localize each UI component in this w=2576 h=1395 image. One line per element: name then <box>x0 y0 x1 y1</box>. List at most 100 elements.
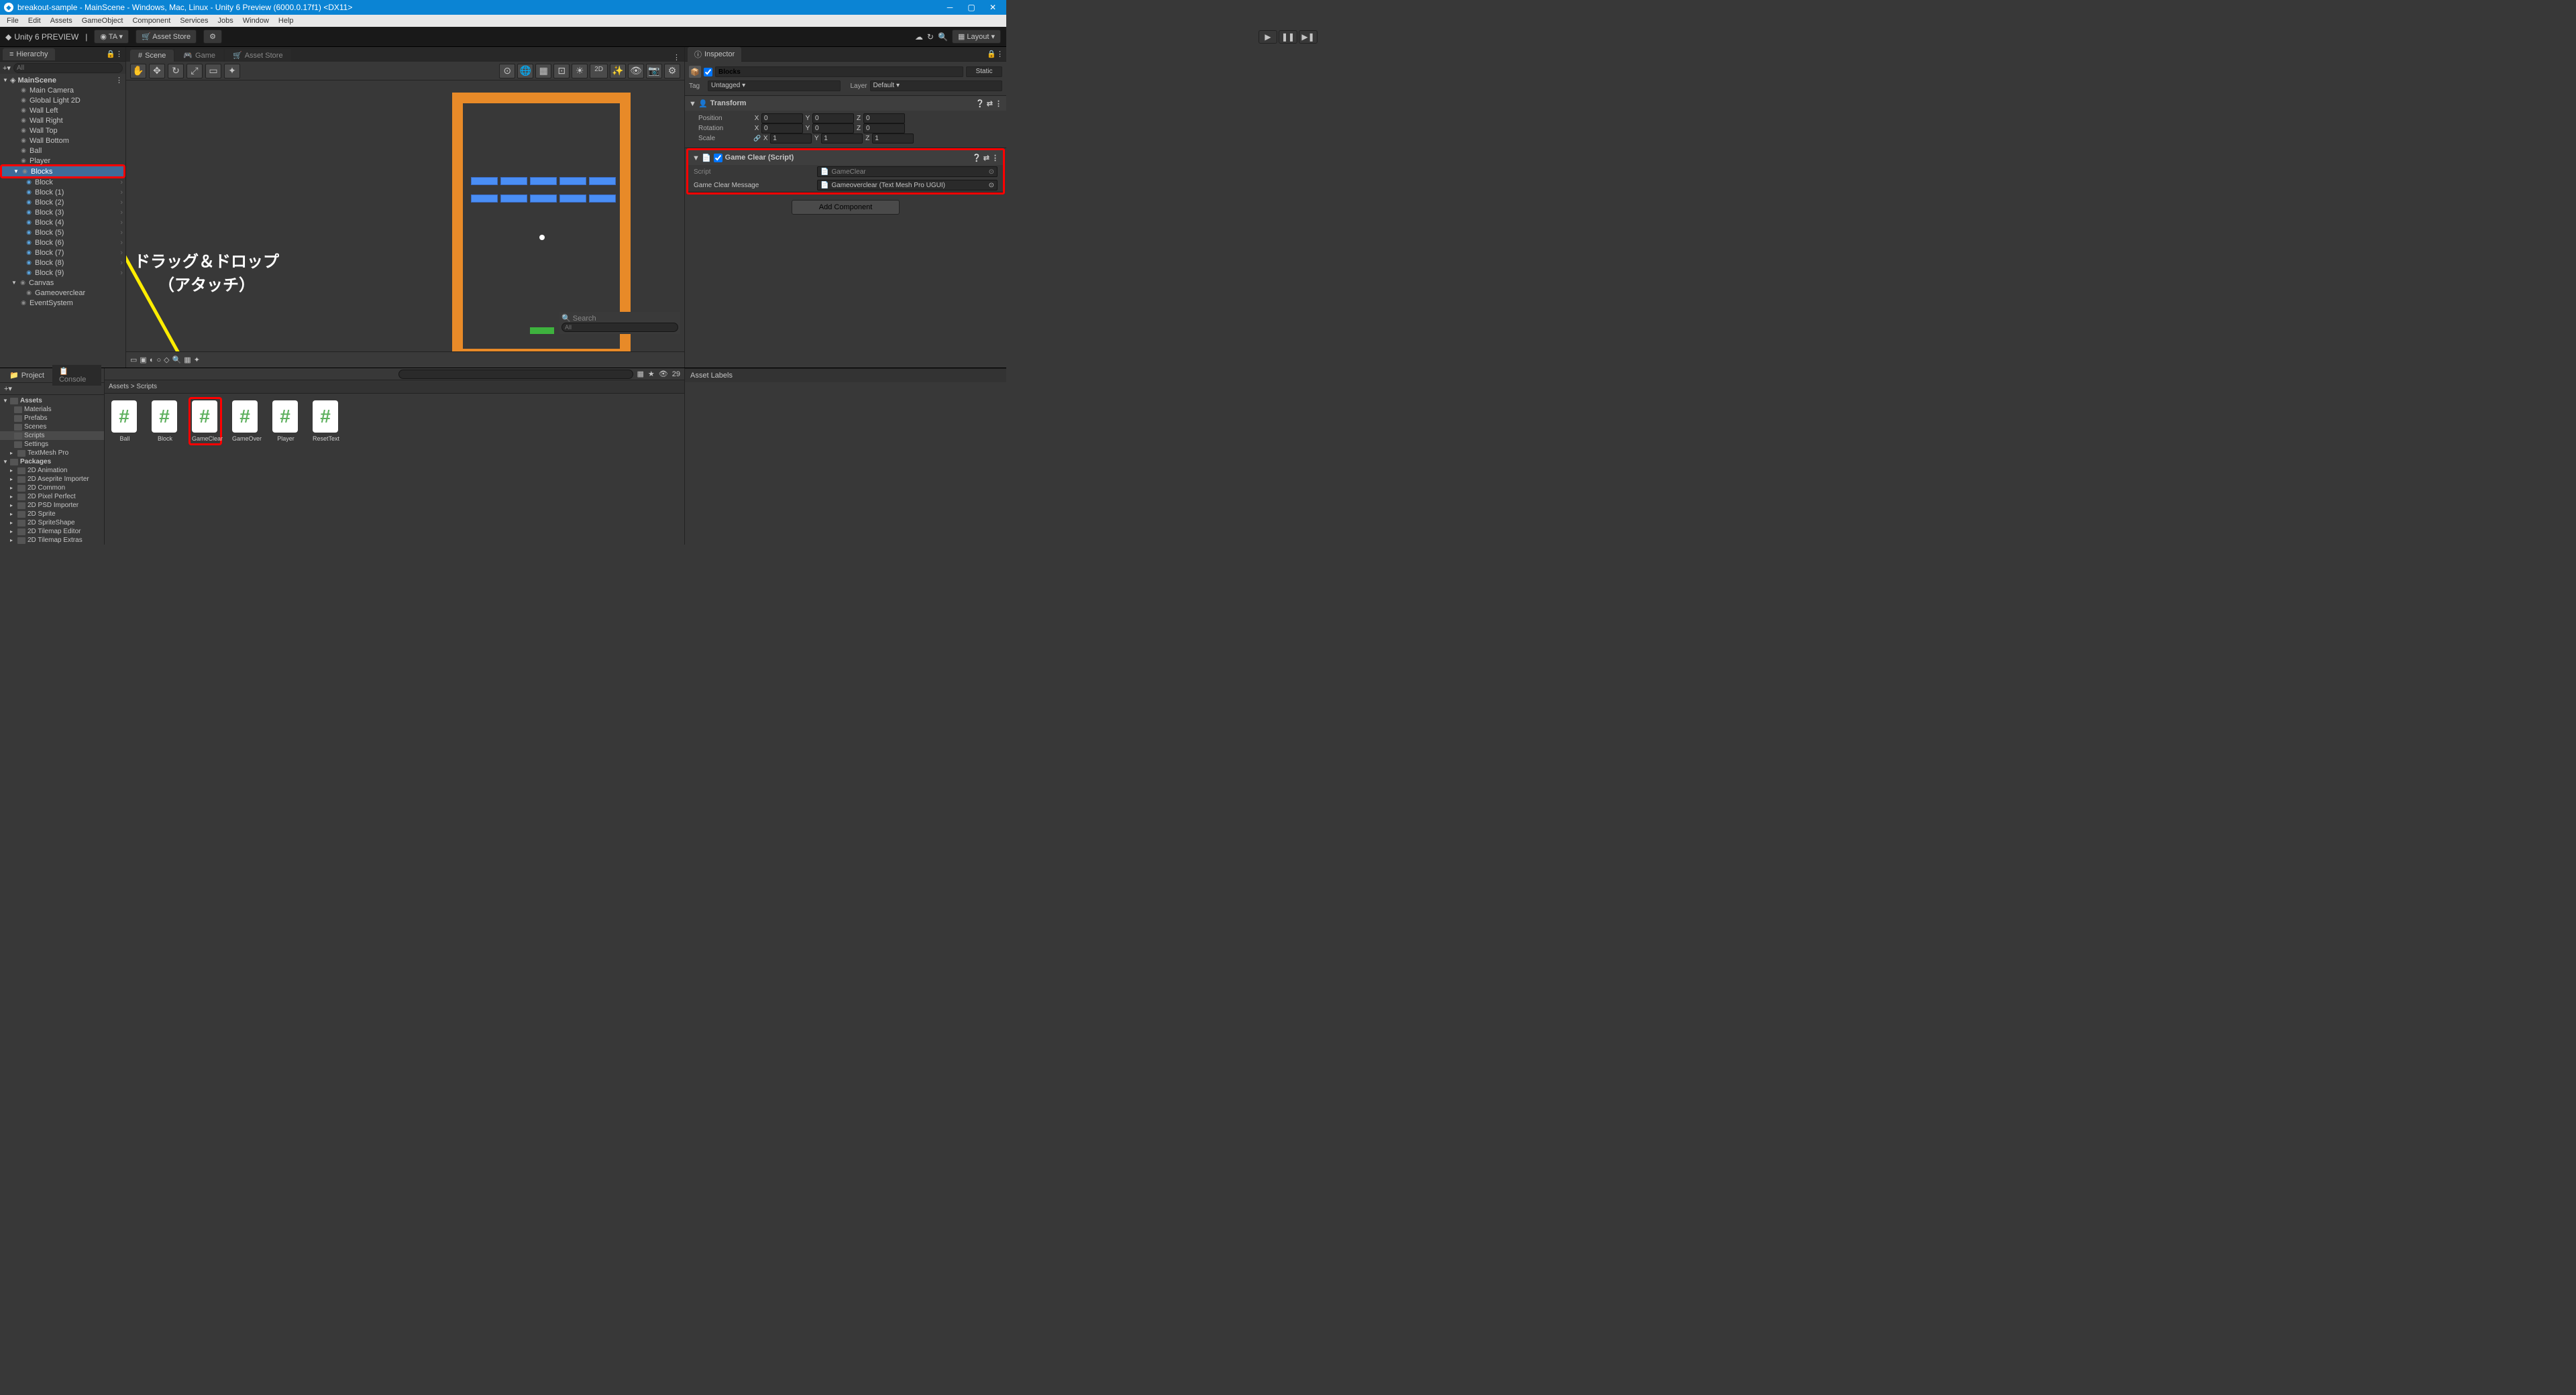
undo-history-icon[interactable]: ↻ <box>927 32 934 42</box>
tab-asset-store[interactable]: 🛒 Asset Store <box>225 49 291 62</box>
asset-gameclear[interactable]: #GameClear <box>192 400 219 442</box>
close-button[interactable]: ✕ <box>983 3 1002 12</box>
inspector-lock-icon[interactable]: 🔒 <box>987 50 996 58</box>
tool-c[interactable]: ◐ <box>150 356 154 364</box>
pivot-button[interactable]: ⊙ <box>499 64 515 78</box>
tab-scene[interactable]: # Scene <box>130 50 174 62</box>
rot-x[interactable] <box>761 123 803 133</box>
hierarchy-item-blocks[interactable]: ▼◉Blocks <box>2 166 123 176</box>
tool-h[interactable]: ✦ <box>194 355 200 364</box>
hand-tool-button[interactable]: ✋ <box>130 64 146 78</box>
tab-game[interactable]: 🎮 Game <box>175 49 223 62</box>
hierarchy-tab[interactable]: ≡ Hierarchy <box>3 48 55 60</box>
folder-item[interactable]: ▸2D Common <box>0 484 104 492</box>
gameclear-msg-reference[interactable]: 📄 Gameoverclear (Text Mesh Pro UGUI)⊙ <box>817 180 998 190</box>
menu-assets[interactable]: Assets <box>46 17 76 25</box>
snap-button[interactable]: ⊡ <box>553 64 570 78</box>
minimize-button[interactable]: ─ <box>941 3 959 12</box>
asset-gameover[interactable]: #GameOver <box>232 400 259 442</box>
move-tool-button[interactable]: ✥ <box>149 64 165 78</box>
static-dropdown[interactable]: Static <box>966 66 1002 77</box>
folder-item[interactable]: Settings <box>0 440 104 449</box>
folder-item[interactable]: ▸2D Tilemap Editor <box>0 527 104 536</box>
menu-component[interactable]: Component <box>128 17 174 25</box>
hierarchy-item[interactable]: ◉Block (9)› <box>0 268 125 278</box>
account-dropdown[interactable]: ◉ TA ▾ <box>94 30 129 44</box>
hierarchy-item[interactable]: ◉Block (4)› <box>0 217 125 227</box>
effects-button[interactable]: ✨ <box>610 64 626 78</box>
rot-y[interactable] <box>812 123 854 133</box>
folder-item[interactable]: ▸2D SpriteShape <box>0 518 104 527</box>
folder-packages[interactable]: ▼Packages <box>0 457 104 466</box>
step-button[interactable]: ▶❚ <box>1299 30 1318 44</box>
tool-d[interactable]: ○ <box>156 356 161 364</box>
hierarchy-item[interactable]: ◉Ball <box>0 146 125 156</box>
gameobject-icon[interactable]: 📦 <box>689 66 701 78</box>
search-icon[interactable]: 🔍 <box>938 32 948 42</box>
hierarchy-item[interactable]: ◉Block (7)› <box>0 247 125 258</box>
hierarchy-lock-icon[interactable]: 🔒 <box>106 50 115 58</box>
visibility-button[interactable]: 👁 <box>628 64 644 78</box>
hierarchy-item-canvas[interactable]: ▼◉Canvas <box>0 278 125 288</box>
pos-x[interactable] <box>761 113 803 123</box>
rotate-tool-button[interactable]: ↻ <box>168 64 184 78</box>
maximize-button[interactable]: ▢ <box>962 3 981 12</box>
play-button[interactable]: ▶ <box>1258 30 1277 44</box>
layer-dropdown[interactable]: Default ▾ <box>870 80 1003 91</box>
menu-services[interactable]: Services <box>176 17 212 25</box>
hierarchy-item[interactable]: ◉Wall Bottom <box>0 135 125 146</box>
menu-window[interactable]: Window <box>239 17 273 25</box>
project-create-dropdown[interactable]: +▾ <box>4 384 12 393</box>
gameobject-active-checkbox[interactable] <box>704 68 712 76</box>
favorite-icon[interactable]: ★ <box>648 370 655 378</box>
tab-project[interactable]: 📁 Project <box>3 369 51 382</box>
hierarchy-item[interactable]: ◉Block (5)› <box>0 227 125 237</box>
script-header[interactable]: ▼ 📄 Game Clear (Script)❔ ⇄ ⋮ <box>688 150 1003 165</box>
tool-f[interactable]: 🔍 <box>172 355 182 364</box>
hierarchy-item[interactable]: ◉Main Camera <box>0 85 125 95</box>
hierarchy-search-input[interactable] <box>13 63 123 73</box>
transform-header[interactable]: ▼ 👤 Transform❔ ⇄ ⋮ <box>685 96 1006 111</box>
project-search-input[interactable] <box>398 370 633 379</box>
scene-viewport[interactable]: ドラッグ＆ドロップ （アタッチ） 🔍 Search <box>126 80 684 351</box>
hierarchy-item[interactable]: ◉EventSystem <box>0 298 125 308</box>
hierarchy-item[interactable]: ◉Block (1)› <box>0 187 125 197</box>
inspector-menu-icon[interactable]: ⋮ <box>996 50 1004 58</box>
pos-y[interactable] <box>812 113 854 123</box>
rect-tool-button[interactable]: ▭ <box>205 64 221 78</box>
menu-edit[interactable]: Edit <box>24 17 45 25</box>
tool-b[interactable]: ▣ <box>140 355 146 364</box>
hierarchy-item[interactable]: ◉Block (8)› <box>0 258 125 268</box>
rot-z[interactable] <box>863 123 905 133</box>
gameobject-name-input[interactable] <box>715 66 963 77</box>
script-enabled-checkbox[interactable] <box>714 154 722 162</box>
global-button[interactable]: 🌐 <box>517 64 533 78</box>
inspector-tab[interactable]: ⓘ Inspector <box>688 47 741 62</box>
pos-z[interactable] <box>863 113 905 123</box>
hierarchy-item[interactable]: ◉Wall Right <box>0 115 125 125</box>
script-reference[interactable]: 📄 GameClear⊙ <box>817 166 998 177</box>
asset-resettext[interactable]: #ResetText <box>313 400 339 442</box>
folder-item[interactable]: Materials <box>0 405 104 414</box>
hierarchy-item[interactable]: ◉Block (2)› <box>0 197 125 207</box>
grid-button[interactable]: ▦ <box>535 64 551 78</box>
folder-scripts[interactable]: Scripts <box>0 431 104 440</box>
cloud-icon[interactable]: ☁ <box>915 32 923 42</box>
search-filter-icon[interactable]: ▦ <box>637 370 644 378</box>
camera-button[interactable]: 📷 <box>646 64 662 78</box>
layers-dropdown[interactable]: ▦ Layout ▾ <box>952 30 1001 44</box>
hierarchy-item[interactable]: ◉Block (3)› <box>0 207 125 217</box>
scene-tabs-menu-icon[interactable]: ⋮ <box>673 53 680 62</box>
folder-item[interactable]: ▸TextMesh Pro <box>0 449 104 457</box>
folder-item[interactable]: ▸2D Tilemap Extras <box>0 536 104 545</box>
tag-dropdown[interactable]: Untagged ▾ <box>708 80 841 91</box>
menu-file[interactable]: File <box>3 17 23 25</box>
folder-item[interactable]: ▸2D PSD Importer <box>0 501 104 510</box>
add-component-button[interactable]: Add Component <box>792 200 900 215</box>
scene-search-input[interactable] <box>561 323 678 332</box>
folder-item[interactable]: ▸2D Pixel Perfect <box>0 492 104 501</box>
asset-block[interactable]: #Block <box>152 400 178 442</box>
pause-button[interactable]: ❚❚ <box>1279 30 1297 44</box>
tool-e[interactable]: ◇ <box>164 355 169 364</box>
asset-player[interactable]: #Player <box>272 400 299 442</box>
